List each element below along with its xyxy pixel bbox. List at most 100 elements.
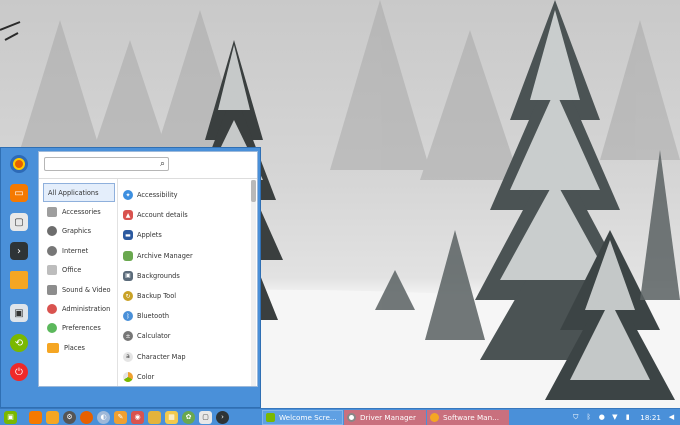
- network-icon[interactable]: ▼: [610, 413, 619, 422]
- app-label: Backgrounds: [137, 271, 180, 280]
- terminal-window-icon[interactable]: ▢: [10, 213, 28, 231]
- mint-menu-icon[interactable]: ▣: [4, 410, 17, 424]
- software-center-icon[interactable]: ✿: [182, 410, 195, 424]
- backup-tool-icon: ↻: [123, 291, 133, 302]
- category-label: Sound & Video: [62, 285, 111, 294]
- archive-icon[interactable]: ▦: [165, 410, 178, 424]
- app-character-map[interactable]: a Character Map: [123, 347, 248, 367]
- clock[interactable]: 18:21: [640, 413, 661, 422]
- window-label: Software Man...: [443, 413, 499, 422]
- folder-icon[interactable]: [46, 410, 59, 424]
- firefox-icon[interactable]: [80, 410, 93, 424]
- app-label: Color: [137, 372, 155, 381]
- welcome-icon: [266, 413, 275, 422]
- folder-icon[interactable]: [10, 271, 28, 289]
- files-icon[interactable]: [29, 410, 42, 424]
- office-icon: [47, 265, 57, 276]
- paint-icon[interactable]: ✎: [114, 410, 127, 424]
- volume-icon[interactable]: ◀: [667, 413, 676, 422]
- window-button-driver-manager[interactable]: Driver Manager: [344, 410, 426, 425]
- camera-icon[interactable]: ◉: [131, 410, 144, 424]
- app-label: Account details: [137, 211, 188, 220]
- window-label: Driver Manager: [360, 413, 416, 422]
- application-menu: ▭ ▢ › ▣ ⟲ ⏻ ⌕ All Applications Accessori…: [0, 147, 261, 408]
- search-icon[interactable]: ⌕: [160, 159, 165, 169]
- bluetooth-icon: ᛒ: [123, 311, 133, 322]
- category-internet[interactable]: Internet: [43, 241, 115, 260]
- terminal-window-icon[interactable]: ▢: [199, 410, 212, 424]
- category-administration[interactable]: Administration: [43, 299, 115, 318]
- app-label: Bluetooth: [137, 312, 170, 321]
- app-list-scrollbar[interactable]: [251, 180, 256, 386]
- app-archive-manager[interactable]: Archive Manager: [123, 246, 248, 266]
- window-button-software-manager[interactable]: Software Man...: [427, 410, 509, 425]
- search-field[interactable]: ⌕: [44, 157, 169, 171]
- applets-icon: ▬: [123, 230, 133, 241]
- accessories-icon: [47, 207, 57, 218]
- menu-panel: ⌕ All Applications Accessories Graphics …: [38, 151, 258, 387]
- category-graphics[interactable]: Graphics: [43, 222, 115, 241]
- calculator-icon: ±: [123, 331, 133, 342]
- sound-video-icon: [47, 284, 57, 295]
- category-label: Administration: [62, 305, 111, 314]
- category-all-applications[interactable]: All Applications: [43, 183, 115, 203]
- category-label: Internet: [62, 246, 89, 255]
- category-label: Places: [64, 343, 85, 352]
- app-calculator[interactable]: ± Calculator: [123, 326, 248, 346]
- taskbar: ▣ ⚙ ◐ ✎ ◉ ▦ ✿ ▢ › Welcome Scre... Driver…: [0, 408, 680, 425]
- app-backgrounds[interactable]: ▣ Backgrounds: [123, 266, 248, 286]
- category-places[interactable]: Places: [43, 338, 115, 357]
- app-bluetooth[interactable]: ᛒ Bluetooth: [123, 306, 248, 326]
- bluetooth-icon[interactable]: ᛒ: [584, 413, 593, 422]
- category-preferences[interactable]: Preferences: [43, 319, 115, 338]
- category-accessories[interactable]: Accessories: [43, 202, 115, 221]
- shield-icon[interactable]: ⛉: [571, 413, 580, 422]
- firefox-icon[interactable]: [10, 155, 28, 173]
- places-folder-icon: [47, 342, 59, 353]
- app-label: Calculator: [137, 332, 171, 341]
- terminal-prompt-icon[interactable]: ›: [10, 242, 28, 260]
- app-label: Backup Tool: [137, 292, 177, 301]
- accessibility-icon: ✦: [123, 190, 133, 201]
- app-account-details[interactable]: ▲ Account details: [123, 205, 248, 225]
- driver-manager-icon: [347, 413, 356, 422]
- terminal-prompt-icon[interactable]: ›: [216, 410, 229, 424]
- logout-icon[interactable]: ⟲: [10, 334, 28, 352]
- folder-icon[interactable]: [148, 410, 161, 424]
- app-label: Character Map: [137, 352, 186, 361]
- user-icon[interactable]: ●: [597, 413, 606, 422]
- app-backup-tool[interactable]: ↻ Backup Tool: [123, 286, 248, 306]
- backgrounds-icon: ▣: [123, 270, 133, 281]
- display-settings-icon[interactable]: ▣: [10, 304, 28, 322]
- app-label: Accessibility: [137, 191, 178, 200]
- weather-icon[interactable]: ◐: [97, 410, 110, 424]
- character-map-icon: a: [123, 351, 133, 362]
- power-icon[interactable]: ⏻: [10, 363, 28, 381]
- category-label: Preferences: [62, 324, 101, 333]
- account-details-icon: ▲: [123, 210, 133, 221]
- system-tray: ⛉ ᛒ ● ▼ ▮ 18:21 ◀: [571, 409, 680, 425]
- window-button-welcome[interactable]: Welcome Scre...: [262, 410, 343, 425]
- app-applets[interactable]: ▬ Applets: [123, 225, 248, 245]
- search-divider: [39, 178, 257, 179]
- battery-icon[interactable]: ▮: [623, 413, 632, 422]
- category-label: Graphics: [62, 227, 92, 236]
- files-icon[interactable]: ▭: [10, 184, 28, 202]
- graphics-icon: [47, 226, 57, 237]
- administration-icon: [47, 304, 57, 315]
- software-manager-icon: [430, 413, 439, 422]
- application-list: ✦ Accessibility ▲ Account details ▬ Appl…: [123, 185, 248, 387]
- app-label: Archive Manager: [137, 251, 193, 260]
- category-sound-video[interactable]: Sound & Video: [43, 280, 115, 299]
- archive-manager-icon: [123, 250, 133, 261]
- color-icon: [123, 371, 133, 382]
- scrollbar-thumb[interactable]: [251, 180, 256, 202]
- category-label: Office: [62, 266, 82, 275]
- preferences-icon: [47, 323, 57, 334]
- category-office[interactable]: Office: [43, 261, 115, 280]
- favorites-column: ▭ ▢ › ▣ ⟲ ⏻: [1, 148, 37, 407]
- category-list: All Applications Accessories Graphics In…: [43, 183, 115, 358]
- app-accessibility[interactable]: ✦ Accessibility: [123, 185, 248, 205]
- settings-gear-icon[interactable]: ⚙: [63, 410, 76, 424]
- app-color[interactable]: Color: [123, 367, 248, 387]
